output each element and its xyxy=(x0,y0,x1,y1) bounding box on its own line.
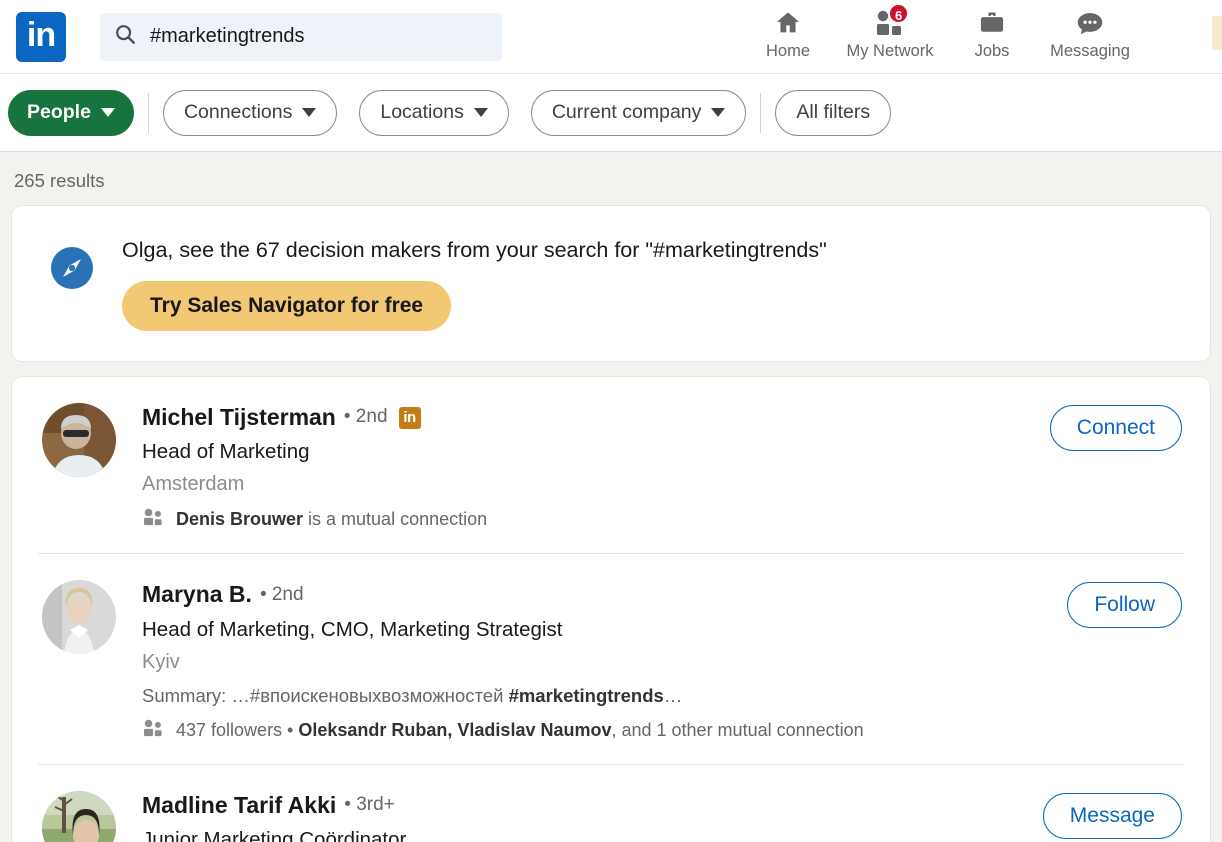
person-title: Junior Marketing Coördinator xyxy=(142,827,407,842)
summary-highlight: #marketingtrends xyxy=(508,684,664,706)
my-network-badge: 6 xyxy=(888,3,910,24)
list-item[interactable]: Michel Tijsterman • 2nd in Head of Marke… xyxy=(38,377,1184,553)
filter-people-label: People xyxy=(27,101,91,123)
chat-bubble-icon xyxy=(1075,8,1105,38)
compass-icon xyxy=(50,246,94,295)
person-name-row: Maryna B. • 2nd xyxy=(142,581,1184,607)
summary-suffix: … xyxy=(663,684,683,706)
mutual-people-icon xyxy=(142,508,164,531)
nav-label-jobs: Jobs xyxy=(974,42,1010,60)
mutual-text: Denis Brouwer is a mutual connection xyxy=(176,509,487,530)
mutual-prefix: 437 followers • xyxy=(176,719,299,740)
filter-people[interactable]: People xyxy=(8,89,134,136)
results-region: 265 results Olga, see the 67 decision ma… xyxy=(0,152,1222,842)
avatar[interactable] xyxy=(42,790,116,842)
search-bar[interactable] xyxy=(100,12,502,61)
person-name-row: Madline Tarif Akki • 3rd+ xyxy=(142,792,1184,818)
person-title: Head of Marketing xyxy=(142,440,310,464)
all-filters-label: All filters xyxy=(796,101,871,123)
avatar[interactable] xyxy=(42,580,116,655)
filter-divider-left xyxy=(147,92,149,133)
try-sales-navigator-button[interactable]: Try Sales Navigator for free xyxy=(122,281,452,331)
chevron-down-icon xyxy=(473,108,488,117)
chevron-down-icon xyxy=(100,108,115,117)
person-mutual-connections: Denis Brouwer is a mutual connection xyxy=(142,508,1184,531)
avatar[interactable] xyxy=(42,403,116,477)
person-mutual-connections: 437 followers • Oleksandr Ruban, Vladisl… xyxy=(142,719,1184,742)
nav-label-home: Home xyxy=(765,42,810,60)
nav-items: Home 6 My Network Jobs Messaging xyxy=(748,0,1148,74)
briefcase-icon xyxy=(978,8,1006,38)
mutual-name[interactable]: Denis Brouwer xyxy=(176,509,303,529)
nav-label-messaging: Messaging xyxy=(1050,42,1130,60)
message-button[interactable]: Message xyxy=(1042,792,1182,839)
person-info: Madline Tarif Akki • 3rd+ Junior Marketi… xyxy=(142,791,1184,842)
list-item[interactable]: Maryna B. • 2nd Head of Marketing, CMO, … xyxy=(38,553,1184,763)
people-icon: 6 xyxy=(874,3,910,38)
person-degree: • 2nd xyxy=(343,406,388,428)
nav-item-overflow-cutoff[interactable] xyxy=(1212,16,1222,50)
chevron-down-icon xyxy=(711,108,726,117)
linkedin-logo[interactable]: in xyxy=(16,11,66,62)
mutual-suffix: , and 1 other mutual connection xyxy=(611,719,864,740)
person-location: Kyiv xyxy=(142,650,180,673)
promo-text: Olga, see the 67 decision makers from yo… xyxy=(122,238,827,262)
person-name[interactable]: Maryna B. xyxy=(142,581,252,607)
search-icon xyxy=(114,23,136,50)
nav-item-messaging[interactable]: Messaging xyxy=(1032,8,1148,70)
filter-bar: People Connections Locations Current com… xyxy=(0,74,1222,152)
sales-navigator-promo-card: Olga, see the 67 decision makers from yo… xyxy=(12,206,1210,361)
nav-item-jobs[interactable]: Jobs xyxy=(952,8,1032,70)
filter-locations[interactable]: Locations xyxy=(359,89,509,136)
person-degree: • 2nd xyxy=(259,583,304,605)
home-icon xyxy=(773,8,803,38)
person-title: Head of Marketing, CMO, Marketing Strate… xyxy=(142,617,563,641)
person-name-row: Michel Tijsterman • 2nd in xyxy=(142,404,1184,430)
filter-locations-label: Locations xyxy=(380,101,464,123)
results-count: 265 results xyxy=(14,170,105,191)
follow-button[interactable]: Follow xyxy=(1067,582,1182,629)
mutual-text: 437 followers • Oleksandr Ruban, Vladisl… xyxy=(176,720,864,741)
premium-badge-icon: in xyxy=(398,406,421,429)
connect-button[interactable]: Connect xyxy=(1049,405,1182,451)
nav-item-home[interactable]: Home xyxy=(748,8,828,70)
chevron-down-icon xyxy=(302,108,317,117)
all-filters-button[interactable]: All filters xyxy=(775,89,892,136)
filter-current-company-label: Current company xyxy=(551,101,702,123)
people-results-card: Michel Tijsterman • 2nd in Head of Marke… xyxy=(12,377,1210,842)
person-name[interactable]: Madline Tarif Akki xyxy=(142,792,336,818)
search-input[interactable] xyxy=(150,25,488,48)
global-nav: in Home xyxy=(0,0,1222,74)
person-name[interactable]: Michel Tijsterman xyxy=(142,404,336,430)
list-item[interactable]: Madline Tarif Akki • 3rd+ Junior Marketi… xyxy=(38,763,1184,842)
person-info: Maryna B. • 2nd Head of Marketing, CMO, … xyxy=(142,580,1184,741)
mutual-suffix: is a mutual connection xyxy=(303,509,488,530)
nav-label-my-network: My Network xyxy=(846,42,934,60)
person-summary: Summary: …#впоискеновыхвозможностей #mar… xyxy=(142,685,1184,707)
mutual-people-icon xyxy=(142,719,164,742)
person-info: Michel Tijsterman • 2nd in Head of Marke… xyxy=(142,403,1184,531)
filter-divider-right xyxy=(760,92,762,133)
filter-connections[interactable]: Connections xyxy=(162,89,338,136)
summary-prefix: Summary: …#впоискеновыхвозможностей xyxy=(142,684,509,706)
filter-connections-label: Connections xyxy=(183,101,293,123)
mutual-name[interactable]: Oleksandr Ruban, Vladislav Naumov xyxy=(298,720,611,740)
nav-item-my-network[interactable]: 6 My Network xyxy=(828,3,952,70)
filter-current-company[interactable]: Current company xyxy=(530,89,747,136)
person-degree: • 3rd+ xyxy=(344,793,395,815)
person-location: Amsterdam xyxy=(142,473,245,496)
